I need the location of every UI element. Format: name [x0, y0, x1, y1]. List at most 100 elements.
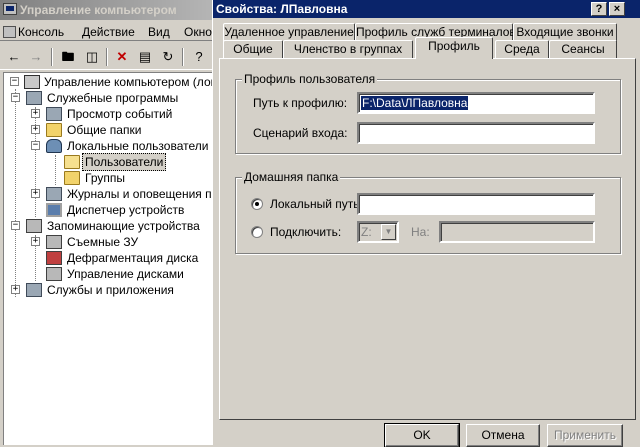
performance-logs-icon — [46, 187, 62, 201]
tab-sessions[interactable]: Сеансы — [549, 40, 617, 59]
tree-item-device-manager[interactable]: Диспетчер устройств — [4, 202, 212, 218]
refresh-icon[interactable]: ↻ — [158, 47, 178, 67]
tree-item-system-tools[interactable]: − Служебные программы — [4, 90, 212, 106]
tree-label: Запоминающие устройства — [47, 219, 200, 233]
menu-window[interactable]: Окно — [184, 24, 212, 40]
tab-environment[interactable]: Среда — [495, 40, 549, 59]
local-path-label: Локальный путь: — [270, 197, 363, 211]
defrag-icon — [46, 251, 62, 265]
services-icon — [26, 283, 42, 297]
profile-tab-page: Профиль пользователя Путь к профилю: F:\… — [219, 58, 636, 420]
tab-profile[interactable]: Профиль — [415, 37, 493, 59]
expand-toggle[interactable]: + — [31, 189, 40, 198]
tree-item-shared-folders[interactable]: + Общие папки — [4, 122, 212, 138]
computer-icon — [24, 75, 40, 89]
tree-item-users[interactable]: Пользователи — [4, 153, 212, 171]
properties-icon[interactable]: ▤ — [135, 47, 155, 67]
tree-label: Службы и приложения — [47, 283, 174, 297]
tree-label: Съемные ЗУ — [67, 235, 139, 249]
console-tree: − Управление компьютером (локаль − Служе… — [3, 72, 212, 445]
mmc-toolbar: ← → 🖿 ◫ ✕ ▤ ↻ ? — [0, 44, 212, 70]
user-profile-group: Профиль пользователя Путь к профилю: F:\… — [235, 72, 621, 154]
expand-toggle[interactable]: + — [31, 125, 40, 134]
apply-button[interactable]: Применить — [547, 424, 623, 447]
tree-item-removable[interactable]: + Съемные ЗУ — [4, 234, 212, 250]
computer-management-icon — [3, 3, 17, 15]
dialog-title: Свойства: ЛПавловна — [216, 2, 348, 16]
collapse-toggle[interactable]: − — [10, 77, 19, 86]
menu-action[interactable]: Действие — [82, 24, 135, 40]
dialog-title-bar[interactable]: Свойства: ЛПавловна ? × — [213, 0, 640, 18]
tree-item-event-viewer[interactable]: + Просмотр событий — [4, 106, 212, 122]
toolbar-separator — [51, 48, 53, 66]
removable-storage-icon — [46, 235, 62, 249]
show-tree-icon[interactable]: ◫ — [82, 47, 102, 67]
console-icon — [3, 26, 16, 38]
tree-item-defrag[interactable]: Дефрагментация диска — [4, 250, 212, 266]
expand-toggle[interactable]: + — [31, 109, 40, 118]
tools-icon — [26, 91, 42, 105]
home-path-input[interactable] — [439, 221, 595, 243]
tree-item-logs[interactable]: + Журналы и оповещения пр — [4, 186, 212, 202]
mmc-title-bar[interactable]: Управление компьютером — [0, 0, 212, 20]
tree-item-services[interactable]: + Службы и приложения — [4, 282, 212, 298]
event-viewer-icon — [46, 107, 62, 121]
forward-icon[interactable]: → — [26, 47, 46, 67]
collapse-toggle[interactable]: − — [31, 141, 40, 150]
tree-label-selected: Пользователи — [82, 153, 167, 171]
tree-label: Группы — [85, 171, 125, 185]
disk-management-icon — [46, 267, 62, 281]
folder-open-icon — [64, 155, 80, 169]
drive-letter-value: Z: — [361, 225, 372, 239]
tree-label: Локальные пользователи — [67, 139, 209, 153]
collapse-toggle[interactable]: − — [11, 93, 20, 102]
profile-path-input[interactable]: F:\Data\ЛПавловна — [357, 92, 595, 114]
help-icon[interactable]: ? — [189, 47, 209, 67]
tree-item-local-users[interactable]: − Локальные пользователи — [4, 138, 212, 154]
mmc-menu-bar: Консоль Действие Вид Окно — [0, 21, 212, 41]
drive-letter-select[interactable]: Z: ▼ — [357, 221, 399, 243]
logon-script-input[interactable] — [357, 122, 595, 144]
connect-label: Подключить: — [270, 225, 342, 239]
tree-item-storage[interactable]: − Запоминающие устройства — [4, 218, 212, 234]
device-manager-icon — [46, 203, 62, 217]
menu-console[interactable]: Консоль — [3, 24, 64, 40]
help-icon[interactable]: ? — [591, 2, 607, 16]
group-title: Профиль пользователя — [242, 72, 378, 86]
ok-button[interactable]: OK — [384, 423, 460, 447]
up-folder-icon[interactable]: 🖿 — [58, 47, 78, 67]
back-icon[interactable]: ← — [4, 47, 24, 67]
delete-icon[interactable]: ✕ — [112, 47, 132, 67]
computer-management-window: Управление компьютером Консоль Действие … — [0, 0, 212, 445]
toolbar-separator — [182, 48, 184, 66]
tree-item-groups[interactable]: Группы — [4, 170, 212, 186]
tree-item-disk-management[interactable]: Управление дисками — [4, 266, 212, 282]
group-title: Домашняя папка — [242, 170, 341, 184]
close-icon[interactable]: × — [609, 2, 625, 16]
local-path-input[interactable] — [357, 193, 595, 215]
profile-path-label: Путь к профилю: — [253, 96, 348, 110]
local-path-radio[interactable] — [251, 198, 263, 210]
tree-root[interactable]: − Управление компьютером (локаль — [4, 74, 212, 90]
tree-label: Общие папки — [67, 123, 142, 137]
collapse-toggle[interactable]: − — [11, 221, 20, 230]
connect-radio[interactable] — [251, 226, 263, 238]
chevron-down-icon: ▼ — [381, 224, 396, 240]
tree-label: Управление дисками — [67, 267, 184, 281]
tree-label: Журналы и оповещения пр — [67, 187, 212, 201]
properties-dialog: Свойства: ЛПавловна ? × Удаленное управл… — [212, 0, 640, 447]
cancel-button[interactable]: Отмена — [466, 424, 540, 447]
storage-icon — [26, 219, 42, 233]
expand-toggle[interactable]: + — [31, 237, 40, 246]
tree-label: Просмотр событий — [67, 107, 173, 121]
tree-label: Служебные программы — [47, 91, 179, 105]
tab-general[interactable]: Общие — [223, 40, 283, 59]
home-folder-group: Домашняя папка Локальный путь: Подключит… — [235, 170, 621, 254]
logon-script-label: Сценарий входа: — [253, 126, 348, 140]
profile-path-value: F:\Data\ЛПавловна — [361, 96, 469, 110]
menu-view[interactable]: Вид — [148, 24, 170, 40]
expand-toggle[interactable]: + — [11, 285, 20, 294]
mmc-title: Управление компьютером — [20, 3, 177, 17]
tab-member-of[interactable]: Членство в группах — [283, 40, 413, 59]
tree-label: Управление компьютером (локаль — [44, 75, 212, 89]
